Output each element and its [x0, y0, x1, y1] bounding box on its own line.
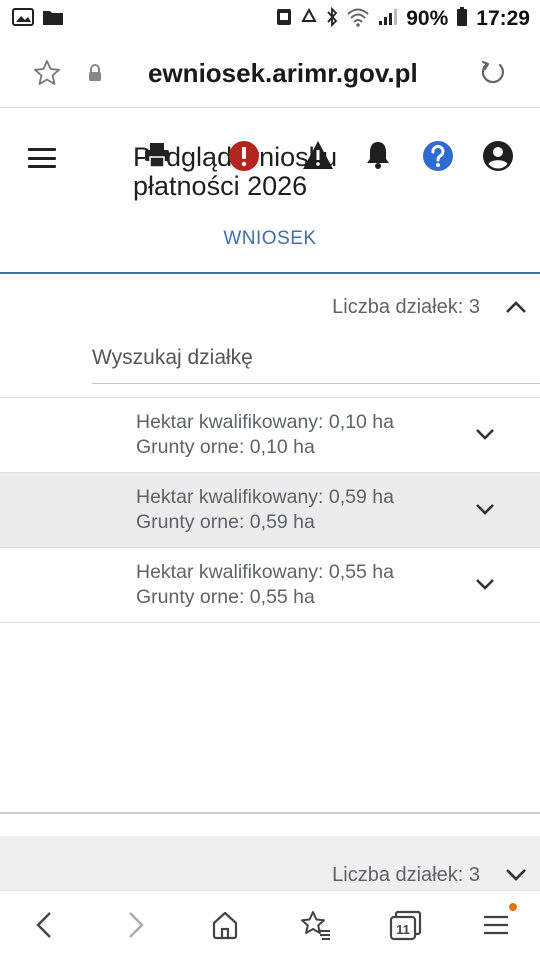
chevron-down-icon[interactable]	[504, 866, 528, 889]
parcel-eligible-hectare: Hektar kwalifikowany: 0,55 ha	[136, 561, 394, 583]
parcels-count-label: Liczba działek: 3	[332, 296, 480, 318]
print-icon[interactable]	[142, 140, 172, 175]
parcels-count-label: Liczba działek: 3	[332, 864, 480, 886]
parcel-arable-land: Grunty orne: 0,59 ha	[136, 511, 315, 533]
list-item[interactable]: Hektar kwalifikowany: 0,59 ha Grunty orn…	[0, 473, 540, 548]
url-text[interactable]: ewniosek.arimr.gov.pl	[148, 58, 418, 89]
back-icon[interactable]	[32, 909, 56, 946]
recycle-icon	[300, 7, 318, 31]
status-bar: 90% 17:29	[0, 0, 540, 38]
search-field	[92, 336, 540, 384]
home-icon[interactable]	[210, 909, 240, 946]
status-left	[12, 7, 64, 31]
next-parcels-section[interactable]: Liczba działek: 3	[0, 836, 540, 890]
app-header: Podgląd wniosku płatności 2026 WNIOSEK	[0, 108, 540, 274]
browser-bottom-nav: 11	[0, 890, 540, 960]
parcel-eligible-hectare: Hektar kwalifikowany: 0,59 ha	[136, 486, 394, 508]
forward-icon[interactable]	[124, 909, 148, 946]
bell-icon[interactable]	[364, 140, 392, 175]
gallery-icon	[12, 7, 34, 31]
parcel-details: Hektar kwalifikowany: 0,59 ha Grunty orn…	[136, 485, 394, 535]
help-icon[interactable]	[422, 140, 454, 177]
parcel-arable-land: Grunty orne: 0,10 ha	[136, 436, 315, 458]
parcel-details: Hektar kwalifikowany: 0,10 ha Grunty orn…	[136, 410, 394, 460]
parcels-list: Hektar kwalifikowany: 0,10 ha Grunty orn…	[0, 397, 540, 623]
chevron-down-icon[interactable]	[474, 576, 496, 597]
battery-percent: 90%	[406, 7, 449, 30]
parcel-details: Hektar kwalifikowany: 0,55 ha Grunty orn…	[136, 560, 394, 610]
search-input[interactable]	[92, 336, 540, 380]
section-divider	[0, 812, 540, 814]
warning-icon[interactable]	[302, 140, 334, 175]
signal-icon	[378, 8, 398, 31]
wifi-icon	[346, 7, 370, 32]
bookmarks-icon[interactable]	[298, 909, 332, 946]
account-icon[interactable]	[482, 140, 514, 177]
notification-dot	[509, 903, 517, 911]
list-item[interactable]: Hektar kwalifikowany: 0,55 ha Grunty orn…	[0, 548, 540, 623]
parcel-arable-land: Grunty orne: 0,55 ha	[136, 586, 315, 608]
menu-icon[interactable]	[28, 148, 56, 168]
tab-wniosek[interactable]: WNIOSEK	[0, 228, 540, 250]
parcel-eligible-hectare: Hektar kwalifikowany: 0,10 ha	[136, 411, 394, 433]
bluetooth-icon	[326, 6, 338, 32]
chevron-down-icon[interactable]	[474, 426, 496, 447]
error-icon[interactable]	[228, 140, 260, 177]
list-item[interactable]: Hektar kwalifikowany: 0,10 ha Grunty orn…	[0, 398, 540, 473]
tabs-count: 11	[396, 922, 410, 937]
tabs-icon[interactable]: 11	[388, 909, 422, 946]
status-right: 90% 17:29	[276, 6, 530, 32]
screenshot-icon	[276, 8, 292, 31]
browser-address-bar: ewniosek.arimr.gov.pl	[0, 38, 540, 108]
chevron-up-icon[interactable]	[504, 298, 528, 321]
chevron-down-icon[interactable]	[474, 501, 496, 522]
parcels-count-row[interactable]: Liczba działek: 3	[0, 284, 540, 330]
clock: 17:29	[476, 7, 530, 30]
lock-icon[interactable]	[88, 64, 102, 87]
battery-icon	[456, 6, 468, 32]
bookmark-star-icon[interactable]	[32, 58, 62, 93]
folder-icon	[42, 8, 64, 31]
browser-menu-icon[interactable]	[482, 909, 510, 946]
reload-icon[interactable]	[478, 58, 508, 93]
page-title: Podgląd wniosku płatności 2026	[133, 142, 338, 201]
